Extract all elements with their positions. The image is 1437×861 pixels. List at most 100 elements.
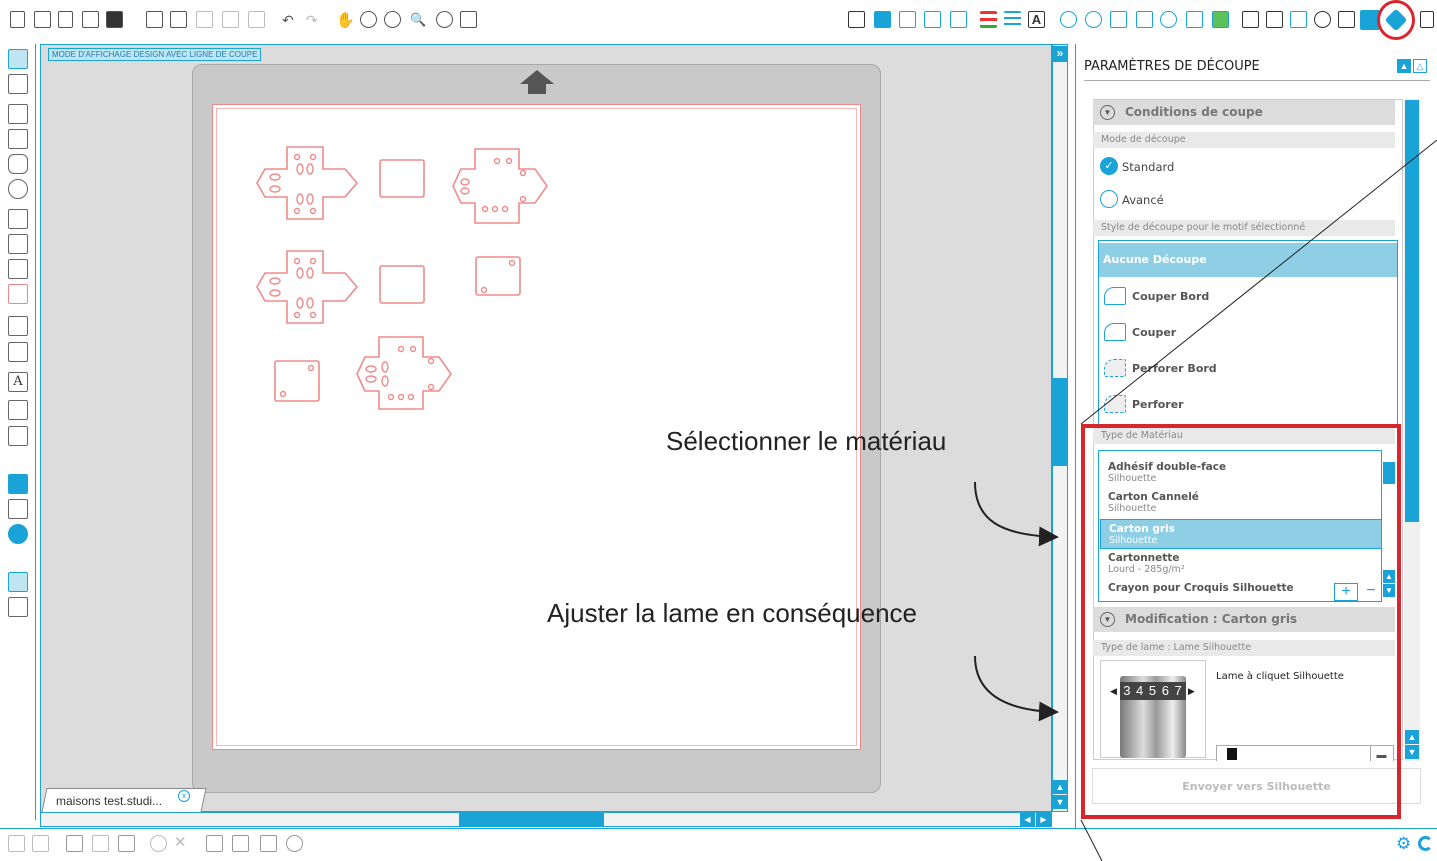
advanced-option-label[interactable]: Avancé [1122,193,1164,207]
cut-style-edge[interactable]: Couper Bord [1132,290,1209,303]
point-edit-icon[interactable] [8,74,28,94]
zoom-select-icon[interactable]: 🔍 [410,12,427,29]
cut-icon[interactable] [248,11,265,28]
horizontal-scroll-thumb[interactable] [459,812,604,827]
rectangle-tool-icon[interactable] [8,129,28,149]
standard-radio-icon[interactable]: ✓ [1100,157,1118,175]
redo-icon[interactable]: ↷ [306,12,323,29]
curve-tool-icon[interactable] [8,234,28,254]
transform-icon[interactable] [1060,11,1077,28]
knife-tool-icon[interactable] [8,426,28,446]
expand-panel-icon[interactable] [1420,11,1434,28]
print-cut-icon[interactable] [170,11,187,28]
cut-style-none[interactable]: Aucune Découpe [1099,243,1397,277]
cut-style-icon[interactable] [950,11,967,28]
house-piece-cross-2 [452,148,548,224]
eraser-tool-icon[interactable] [8,400,28,420]
collapse-panel-button[interactable]: » [1053,46,1067,62]
panel-expand-button[interactable]: △ [1413,59,1427,73]
new-document-icon[interactable] [10,11,25,28]
conditions-header[interactable]: Conditions de coupe [1093,100,1395,125]
send-icon[interactable] [1314,11,1331,28]
print-window-icon[interactable] [1266,11,1283,28]
group-icon[interactable] [8,835,25,852]
print-icon[interactable] [146,11,163,28]
document-tab-close-icon[interactable]: x [178,790,190,802]
delete-icon[interactable]: ✕ [174,835,191,852]
polygon-tool-icon[interactable] [8,209,28,229]
rounded-rect-tool-icon[interactable] [8,154,28,174]
zoom-drag-icon[interactable] [436,11,453,28]
select-tool-icon[interactable] [8,49,28,69]
cut-style-perforate-edge[interactable]: Perforer Bord [1132,362,1217,375]
library-view-icon[interactable] [8,499,28,519]
layers-icon[interactable] [1290,11,1307,28]
release-compound-icon[interactable] [92,835,109,852]
scroll-left-button[interactable]: ◀ [1020,813,1035,826]
undo-icon[interactable]: ↶ [282,12,299,29]
trace-icon[interactable] [1160,11,1177,28]
image-icon[interactable] [260,835,277,852]
copy-icon[interactable] [196,11,213,28]
freehand-tool-icon[interactable] [8,259,28,279]
offset-icon[interactable] [1136,11,1153,28]
page-settings-icon[interactable] [874,11,891,28]
pixscan-icon[interactable] [1186,11,1203,28]
modify-icon[interactable] [1110,11,1127,28]
standard-option-label[interactable]: Standard [1122,160,1174,174]
text-style-icon[interactable]: A [1028,11,1045,28]
panel-scroll-down[interactable]: ▼ [1405,745,1419,759]
panel-scroll-thumb[interactable] [1405,100,1419,522]
sync-icon[interactable] [1418,836,1433,851]
panel-collapse-up-button[interactable]: ▲ [1397,59,1411,73]
vertical-scroll-thumb[interactable] [1053,378,1067,466]
pan-icon[interactable]: ✋ [336,11,355,29]
text-tool-icon[interactable]: A [8,372,28,392]
line-tool-icon[interactable] [8,104,28,124]
save-icon[interactable] [82,11,99,28]
panel-title-underline [1084,80,1430,81]
registration-icon[interactable] [924,11,941,28]
smooth-freehand-icon[interactable] [8,284,28,304]
regular-polygon-icon[interactable] [8,342,28,362]
store-icon[interactable] [1212,11,1229,28]
make-compound-icon[interactable] [66,835,83,852]
cut-style-cut[interactable]: Couper [1132,326,1176,339]
single-window-icon[interactable] [8,572,28,592]
open-icon[interactable] [34,11,51,28]
arc-tool-icon[interactable] [8,316,28,336]
library-icon[interactable] [58,11,73,28]
zoom-in-icon[interactable] [360,11,377,28]
settings-gear-icon[interactable]: ⚙ [1396,835,1411,852]
ungroup-icon[interactable] [32,835,49,852]
media-icon[interactable] [1338,11,1355,28]
store-view-icon[interactable] [8,524,28,544]
paste-icon[interactable] [222,11,239,28]
cut-icon-shape [1104,323,1126,341]
zoom-out-icon[interactable] [384,11,401,28]
ellipse-tool-icon[interactable] [8,179,28,199]
split-window-icon[interactable] [8,597,28,617]
cut-style-perforate[interactable]: Perforer [1132,398,1184,411]
scroll-right-button[interactable]: ▶ [1036,813,1051,826]
line-color-icon[interactable] [980,11,997,28]
conditions-toggle-icon[interactable]: ▼ [1100,105,1115,120]
panel-scroll-up[interactable]: ▲ [1405,730,1419,744]
line-style-icon[interactable] [1004,11,1021,28]
fit-page-icon[interactable] [460,11,477,28]
scroll-up-button[interactable]: ▲ [1053,780,1067,794]
arrange-icon[interactable] [232,835,249,852]
advanced-radio-icon[interactable] [1100,190,1118,208]
target-icon[interactable] [286,835,303,852]
scroll-down-button[interactable]: ▼ [1053,795,1067,809]
weld-icon[interactable] [150,835,167,852]
duplicate-icon[interactable] [206,835,223,852]
design-view-icon[interactable] [8,474,28,494]
fill-icon[interactable] [848,11,865,28]
cut-window-icon[interactable] [1242,11,1259,28]
replicate-icon[interactable] [1085,11,1102,28]
save-as-icon[interactable] [106,11,123,28]
adjust-blade-annotation: Ajuster la lame en conséquence [547,598,918,628]
bring-front-icon[interactable] [118,835,135,852]
grid-icon[interactable] [899,11,916,28]
